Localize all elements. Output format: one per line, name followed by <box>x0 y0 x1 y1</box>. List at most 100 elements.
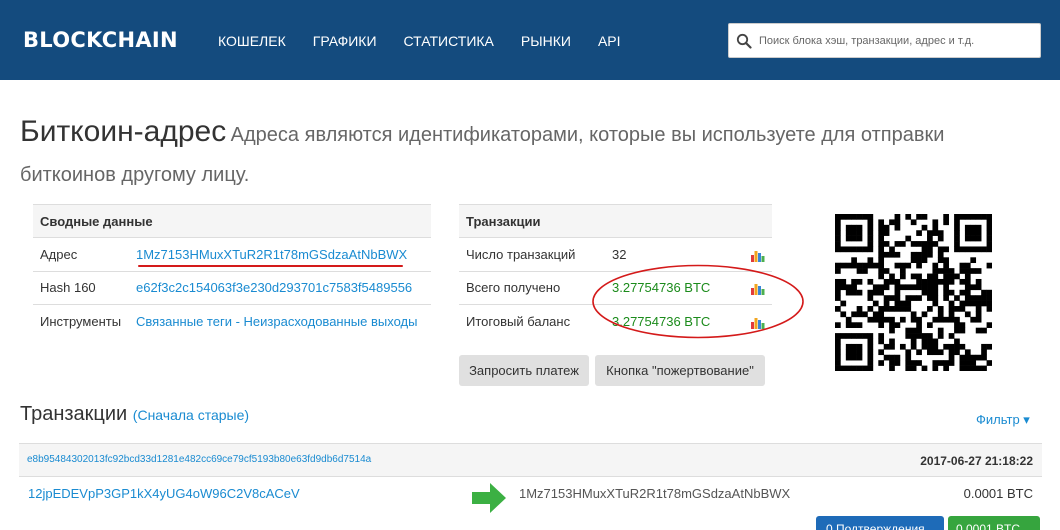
qr-module <box>981 289 987 296</box>
request-payment-button[interactable]: Запросить платеж <box>459 355 589 386</box>
qr-module <box>959 327 966 334</box>
qr-module <box>899 316 906 323</box>
qr-module <box>975 284 982 291</box>
qr-module <box>889 322 895 328</box>
qr-module <box>943 365 949 371</box>
qr-module <box>975 224 982 231</box>
nav-stats[interactable]: СТАТИСТИКА <box>404 33 494 49</box>
qr-module <box>889 354 895 361</box>
tx-hash-link[interactable]: e8b95484302013fc92bcd33d1281e482cc69ce79… <box>27 454 371 465</box>
total-received-label: Всего получено <box>459 270 605 305</box>
qr-module <box>916 284 922 291</box>
qr-module <box>889 246 895 253</box>
hash160-link[interactable]: e62f3c2c154063f3e230d293701c7583f5489556 <box>129 270 431 305</box>
qr-module <box>899 262 906 269</box>
qr-module <box>910 360 917 366</box>
qr-module <box>889 365 895 371</box>
qr-module <box>840 365 847 371</box>
nav-charts[interactable]: ГРАФИКИ <box>313 33 377 49</box>
qr-module <box>905 235 912 242</box>
qr-module <box>894 224 901 231</box>
qr-module <box>948 268 955 274</box>
nav-markets[interactable]: РЫНКИ <box>521 33 571 49</box>
qr-module <box>959 278 966 285</box>
qr-module <box>932 316 939 323</box>
nav-wallet[interactable]: КОШЕЛЕК <box>218 33 286 49</box>
qr-module <box>867 343 874 350</box>
qr-module <box>878 333 885 339</box>
qr-module <box>899 273 906 280</box>
main-nav: КОШЕЛЕК ГРАФИКИ СТАТИСТИКА РЫНКИ API <box>218 33 648 49</box>
qr-module <box>905 306 912 312</box>
qr-module <box>981 365 987 371</box>
qr-module <box>862 262 868 269</box>
qr-module <box>894 306 901 312</box>
qr-module <box>959 262 966 269</box>
qr-module <box>937 360 944 366</box>
qr-module <box>954 343 960 350</box>
qr-module <box>845 316 852 323</box>
nav-api[interactable]: API <box>598 33 621 49</box>
qr-module <box>948 354 955 361</box>
qr-module <box>975 306 982 312</box>
qr-module <box>943 219 949 226</box>
qr-module <box>905 300 912 307</box>
qr-module <box>975 278 982 285</box>
qr-module <box>867 349 874 356</box>
qr-module <box>862 246 868 253</box>
qr-module <box>835 333 841 339</box>
qr-module <box>970 300 977 307</box>
qr-module <box>943 295 949 301</box>
qr-module <box>856 230 863 236</box>
qr-module <box>840 300 847 307</box>
qr-module <box>986 219 992 226</box>
bar-chart-icon[interactable] <box>751 249 765 262</box>
qr-module <box>916 278 922 285</box>
qr-module <box>921 278 928 285</box>
qr-module <box>986 246 992 253</box>
address-label: Адрес <box>33 237 129 271</box>
qr-module <box>986 322 992 328</box>
donation-button[interactable]: Кнопка "пожертвование" <box>595 355 765 386</box>
qr-module <box>921 365 928 371</box>
qr-module <box>937 327 944 334</box>
qr-module <box>937 257 944 264</box>
qr-module <box>835 349 841 356</box>
qr-module <box>910 219 917 226</box>
qr-module <box>943 268 949 274</box>
qr-module <box>883 316 890 323</box>
tx-from-address[interactable]: 12jpEDEVpP3GP1kX4yUG4oW96C2V8cACeV <box>28 486 300 501</box>
filter-dropdown[interactable]: Фильтр ▾ <box>976 412 1030 428</box>
qr-module <box>889 327 895 334</box>
qr-module <box>862 214 868 220</box>
qr-module <box>916 333 922 339</box>
qr-module <box>932 365 939 371</box>
qr-module <box>845 333 852 339</box>
qr-module <box>867 219 874 226</box>
search-input[interactable] <box>759 30 1037 52</box>
sort-order-link[interactable]: (Сначала старые) <box>133 407 249 423</box>
qr-module <box>878 284 885 291</box>
qr-module <box>970 295 977 301</box>
qr-module <box>878 289 885 296</box>
search-box[interactable] <box>728 23 1041 58</box>
confirmations-button[interactable]: 0 Подтверждения <box>816 516 944 530</box>
qr-module <box>943 214 949 220</box>
qr-module <box>878 251 885 258</box>
qr-module <box>959 322 966 328</box>
qr-module <box>856 278 863 285</box>
qr-module <box>981 327 987 334</box>
qr-module <box>921 333 928 339</box>
tools-links[interactable]: Связанные теги - Неизрасходованные выход… <box>129 304 431 338</box>
qr-module <box>867 214 874 220</box>
qr-module <box>943 360 949 366</box>
logo[interactable]: BLOCKCHAIN <box>23 28 178 52</box>
qr-module <box>835 354 841 361</box>
btc-amount-button[interactable]: 0.0001 BTC <box>948 516 1040 530</box>
qr-module <box>937 246 944 253</box>
qr-module <box>932 284 939 291</box>
qr-module <box>932 360 939 366</box>
qr-module <box>835 224 841 231</box>
qr-module <box>862 311 868 318</box>
qr-module <box>959 360 966 366</box>
